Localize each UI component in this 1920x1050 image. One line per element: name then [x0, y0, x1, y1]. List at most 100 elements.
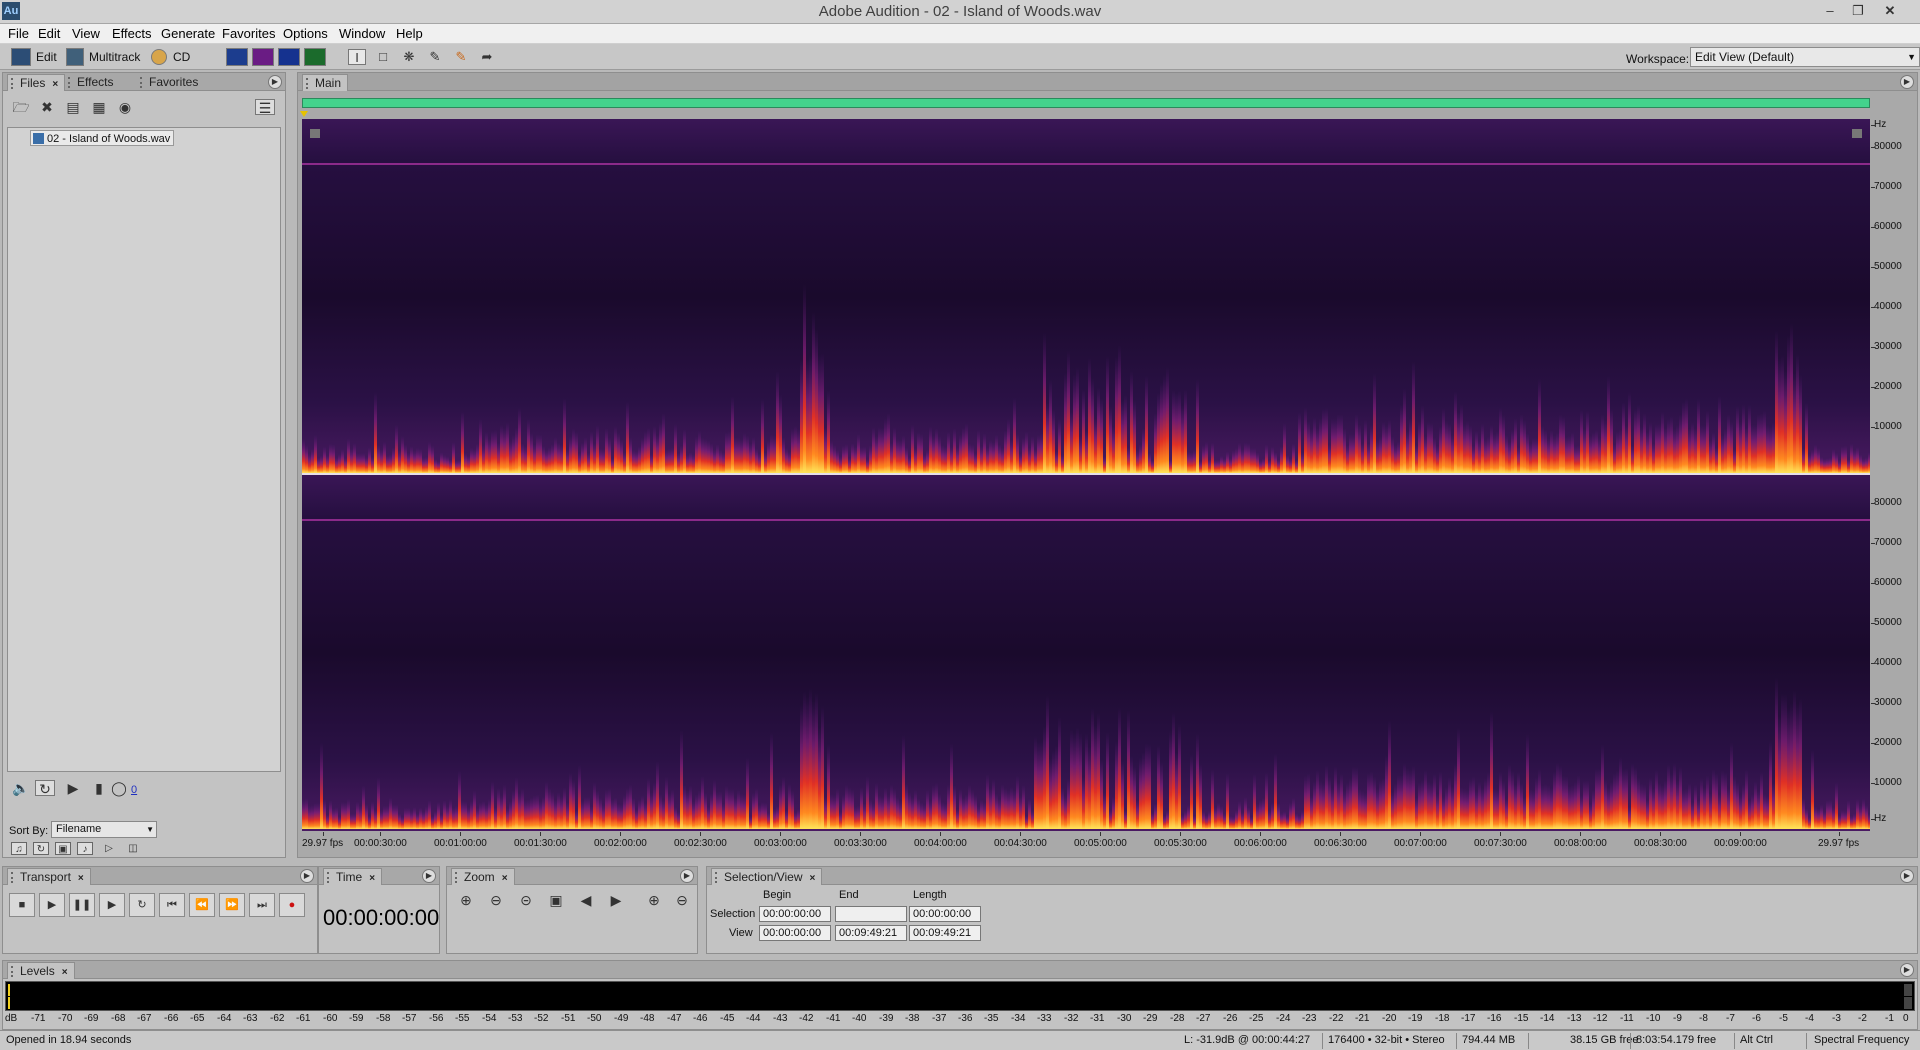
tab-main[interactable]: Main [302, 74, 349, 91]
insert-into-multitrack-icon[interactable]: ▤ [63, 99, 83, 115]
tab-favorites[interactable]: Favorites [137, 74, 204, 91]
menu-generate[interactable]: Generate [157, 24, 219, 44]
workspace-select[interactable]: Edit View (Default) ▼ [1690, 47, 1920, 67]
lasso-tool-icon[interactable]: ❋ [400, 49, 418, 65]
zoom-out-horizontal-icon[interactable]: ⊖ [485, 889, 507, 911]
close-icon[interactable]: × [52, 79, 58, 90]
spectral-frequency-display-icon[interactable] [252, 48, 274, 66]
close-icon[interactable]: × [78, 873, 84, 884]
play-icon[interactable]: ▶ [63, 780, 83, 796]
cd-icon[interactable] [151, 49, 167, 65]
full-path-icon[interactable]: ◫ [123, 842, 143, 855]
tab-levels[interactable]: Levels × [7, 962, 75, 979]
close-icon[interactable]: × [810, 873, 816, 884]
tab-effects[interactable]: Effects [65, 74, 119, 91]
loop-preview-icon[interactable]: ↻ [35, 780, 55, 797]
list-item[interactable]: 02 - Island of Woods.wav [30, 130, 175, 146]
close-icon[interactable]: × [62, 967, 68, 978]
play-from-cursor-button[interactable]: ▶ [99, 893, 125, 917]
stop-button[interactable]: ■ [9, 893, 35, 917]
zoom-to-selection-icon[interactable]: ▣ [545, 889, 567, 911]
insert-into-cd-list-icon[interactable]: ▦ [89, 99, 109, 115]
edit-view-button[interactable]: Edit [36, 47, 57, 67]
volume-knob-icon[interactable]: ◯ [109, 780, 129, 796]
menu-window[interactable]: Window [335, 24, 389, 44]
cd-view-button[interactable]: CD [173, 47, 190, 67]
rewind-button[interactable]: ⏪ [189, 893, 215, 917]
loop-button[interactable]: ↻ [129, 893, 155, 917]
multitrack-view-button[interactable]: Multitrack [89, 47, 140, 67]
record-button[interactable]: ● [279, 893, 305, 917]
overview-bar[interactable] [302, 98, 1870, 108]
corner-handle-icon[interactable] [1852, 129, 1862, 138]
file-options-icon[interactable]: ☰ [255, 99, 275, 116]
waveform-display-icon[interactable] [226, 48, 248, 66]
show-loops-icon[interactable]: ↻ [33, 842, 49, 855]
zoom-in-horizontal-icon[interactable]: ⊕ [455, 889, 477, 911]
clip-indicator-left[interactable] [1904, 984, 1912, 996]
sort-by-select[interactable]: Filename ▼ [51, 821, 157, 838]
close-file-icon[interactable]: ✖ [37, 99, 57, 115]
go-to-beginning-button[interactable]: ⏮ [159, 893, 185, 917]
zoom-in-vertical-icon[interactable]: ⊕ [643, 889, 665, 911]
panel-menu-icon[interactable]: ▶ [1900, 963, 1914, 977]
panel-menu-icon[interactable]: ▶ [1900, 75, 1914, 89]
pause-button[interactable]: ❚❚ [69, 893, 95, 917]
brush-tool-icon[interactable]: ✎ [426, 49, 444, 65]
edit-file-icon[interactable]: ◉ [115, 99, 135, 115]
menu-file[interactable]: File [4, 24, 33, 44]
view-begin-field[interactable]: 00:00:00:00 [759, 925, 831, 941]
tab-selection-view[interactable]: Selection/View × [711, 868, 823, 885]
play-button[interactable]: ▶ [39, 893, 65, 917]
view-length-field[interactable]: 00:09:49:21 [909, 925, 981, 941]
minimize-icon[interactable]: – [1816, 0, 1844, 22]
auto-play-icon[interactable]: ▷ [99, 842, 119, 855]
volume-slider-icon[interactable]: ▮ [89, 780, 109, 796]
spectral-phase-display-icon[interactable] [304, 48, 326, 66]
selection-end-field[interactable] [835, 906, 907, 922]
corner-handle-icon[interactable] [310, 129, 320, 138]
close-icon[interactable]: × [502, 873, 508, 884]
volume-value[interactable]: 0 [131, 784, 137, 796]
zoom-to-left-edge-icon[interactable]: ◀ [575, 889, 597, 911]
time-ruler[interactable]: 29.97 fps 00:00:30:00 00:01:00:00 00:01:… [302, 831, 1870, 855]
show-audio-icon[interactable]: ♫ [11, 842, 27, 855]
panel-menu-icon[interactable]: ▶ [300, 869, 314, 883]
spectrogram-display[interactable] [302, 119, 1870, 831]
close-icon[interactable]: × [369, 873, 375, 884]
spot-healing-tool-icon[interactable]: ✎ [452, 49, 470, 65]
zoom-to-right-edge-icon[interactable]: ▶ [605, 889, 627, 911]
restore-icon[interactable]: ❐ [1844, 0, 1872, 22]
menu-effects[interactable]: Effects [108, 24, 156, 44]
open-file-icon[interactable]: 🗁 [11, 99, 31, 115]
panel-menu-icon[interactable]: ▶ [1900, 869, 1914, 883]
show-midi-icon[interactable]: ♪ [77, 842, 93, 855]
clip-indicator-right[interactable] [1904, 997, 1912, 1009]
tab-files[interactable]: Files × [7, 74, 66, 91]
menu-edit[interactable]: Edit [34, 24, 64, 44]
menu-help[interactable]: Help [392, 24, 427, 44]
menu-favorites[interactable]: Favorites [218, 24, 279, 44]
tab-zoom[interactable]: Zoom × [451, 868, 515, 885]
close-icon[interactable]: ✕ [1876, 0, 1904, 22]
go-to-end-button[interactable]: ⏭ [249, 893, 275, 917]
panel-menu-icon[interactable]: ▶ [680, 869, 694, 883]
tab-transport[interactable]: Transport × [7, 868, 91, 885]
selection-length-field[interactable]: 00:00:00:00 [909, 906, 981, 922]
time-selection-tool-icon[interactable]: I [348, 49, 366, 65]
tab-time[interactable]: Time × [323, 868, 383, 885]
show-video-icon[interactable]: ▣ [55, 842, 71, 855]
scrub-tool-icon[interactable]: ➦ [478, 49, 496, 65]
playhead-marker-icon[interactable] [300, 111, 308, 117]
menu-options[interactable]: Options [279, 24, 332, 44]
multitrack-icon[interactable] [66, 48, 84, 66]
panel-menu-icon[interactable]: ▶ [268, 75, 282, 89]
zoom-out-vertical-icon[interactable]: ⊖ [671, 889, 693, 911]
marquee-tool-icon[interactable]: □ [374, 49, 392, 65]
zoom-out-full-icon[interactable]: ⊝ [515, 889, 537, 911]
play-preview-icon[interactable]: 🔈 [11, 780, 31, 796]
fast-forward-button[interactable]: ⏩ [219, 893, 245, 917]
view-end-field[interactable]: 00:09:49:21 [835, 925, 907, 941]
menu-view[interactable]: View [68, 24, 104, 44]
panel-menu-icon[interactable]: ▶ [422, 869, 436, 883]
